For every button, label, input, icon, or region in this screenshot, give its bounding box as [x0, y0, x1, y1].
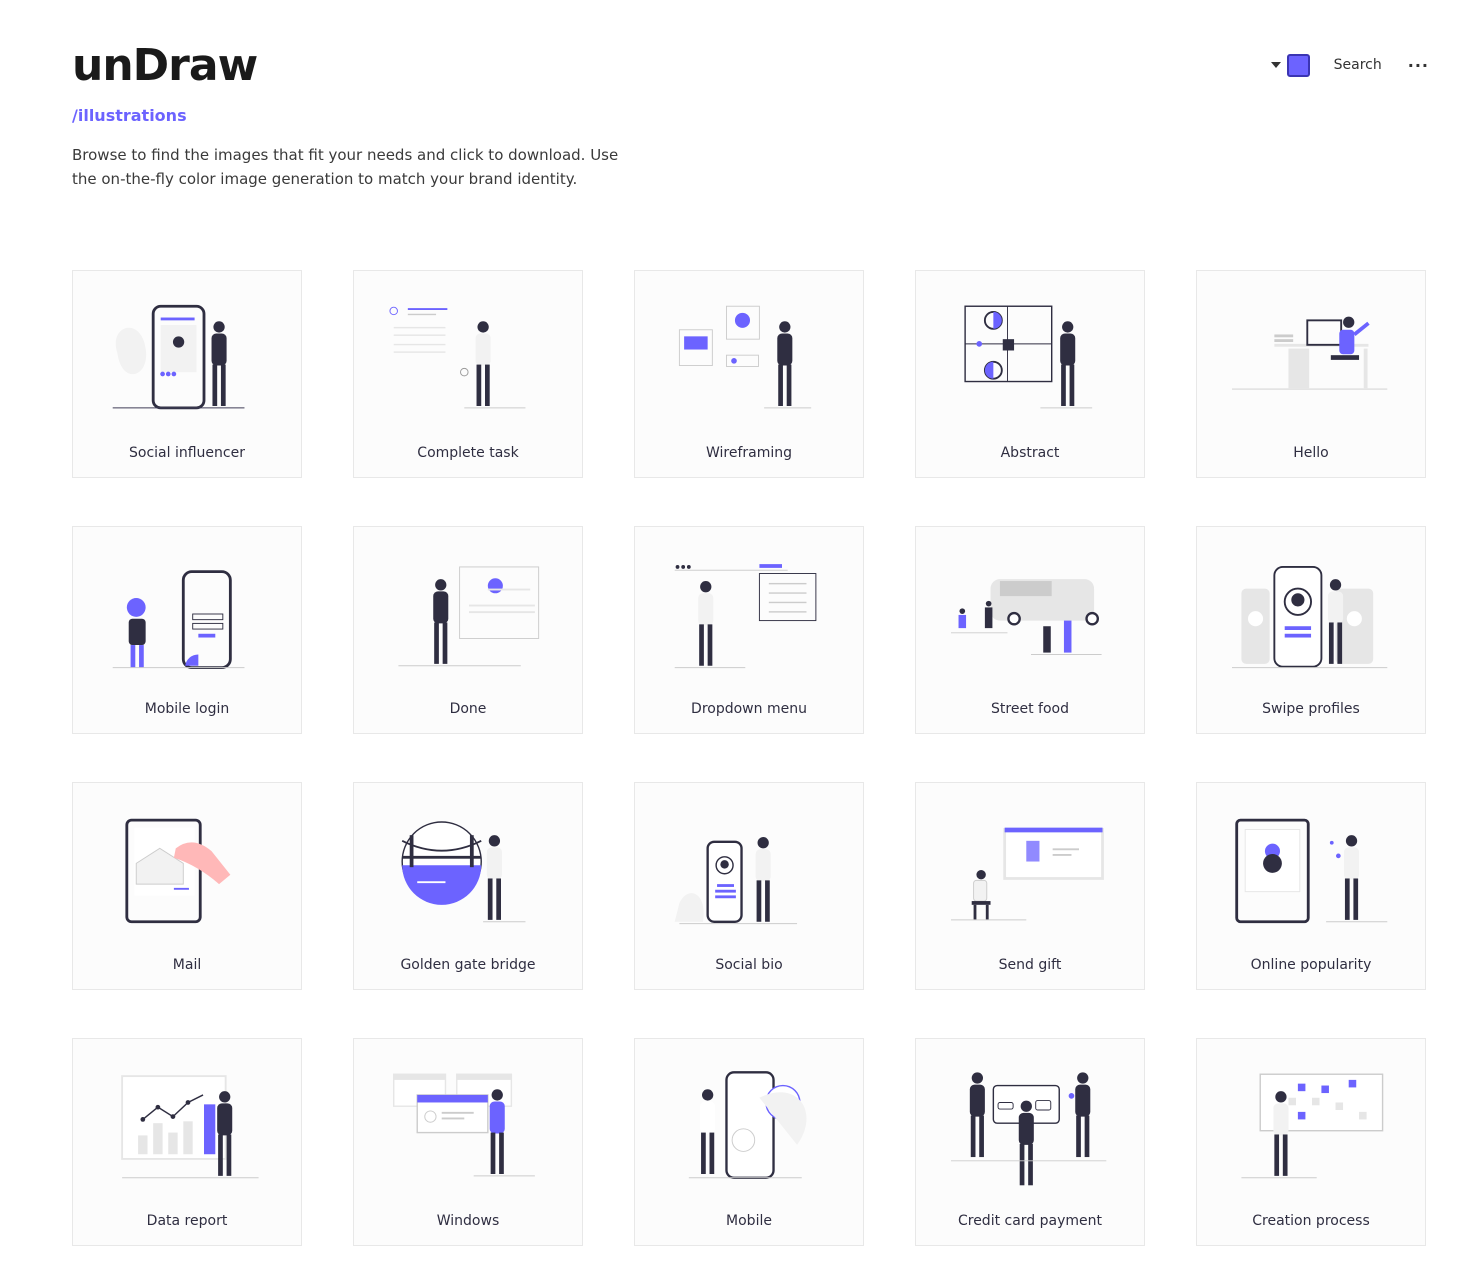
credit-card-payment-illustration — [951, 1072, 1107, 1186]
illustration-card[interactable]: Creation process — [1196, 1038, 1426, 1246]
done-illustration — [398, 566, 540, 667]
illustration-label: Street food — [991, 701, 1069, 717]
illustration-label: Swipe profiles — [1262, 701, 1360, 717]
illustration-label: Hello — [1293, 445, 1329, 461]
swipe-profiles-illustration — [1232, 566, 1388, 669]
illustration-card[interactable]: Wireframing — [634, 270, 864, 478]
complete-task-illustration — [389, 306, 526, 409]
social-bio-illustration — [674, 837, 798, 925]
street-food-illustration — [951, 579, 1102, 655]
logo[interactable]: unDraw — [72, 40, 632, 92]
illustration-card[interactable]: Street food — [915, 526, 1145, 734]
illustration-card[interactable]: Send gift — [915, 782, 1145, 990]
illustration-card[interactable]: Abstract — [915, 270, 1145, 478]
wireframing-illustration — [678, 305, 812, 409]
illustration-card[interactable]: Mail — [72, 782, 302, 990]
illustration-label: Golden gate bridge — [400, 957, 536, 973]
illustration-label: Social influencer — [129, 445, 245, 461]
illustration-card[interactable]: Social bio — [634, 782, 864, 990]
caret-down-icon[interactable] — [1270, 62, 1281, 68]
illustration-card[interactable]: Golden gate bridge — [353, 782, 583, 990]
illustration-card[interactable]: Dropdown menu — [634, 526, 864, 734]
windows-illustration — [393, 1073, 535, 1177]
illustration-card[interactable]: Windows — [353, 1038, 583, 1246]
illustration-label: Abstract — [1000, 445, 1060, 461]
golden-gate-bridge-illustration — [401, 821, 526, 923]
illustration-card[interactable]: Mobile — [634, 1038, 864, 1246]
illustration-label: Social bio — [715, 957, 783, 973]
illustration-label: Mobile login — [144, 701, 230, 717]
illustration-label: Send gift — [998, 957, 1062, 973]
dropdown-menu-illustration — [674, 564, 817, 669]
illustration-label: Creation process — [1252, 1213, 1370, 1229]
online-popularity-illustration — [1235, 818, 1388, 924]
mobile-login-illustration — [112, 570, 245, 670]
illustration-card[interactable]: Online popularity — [1196, 782, 1426, 990]
abstract-illustration — [964, 305, 1093, 409]
illustration-card[interactable]: Social influencer — [72, 270, 302, 478]
hello-illustration — [1232, 316, 1388, 390]
illustration-card[interactable]: Done — [353, 526, 583, 734]
color-picker-swatch[interactable] — [1286, 53, 1310, 77]
page-header: unDraw /illustrations Browse to find the… — [72, 40, 632, 191]
illustration-grid: Social influencer Complete task Wirefram… — [72, 270, 1426, 1246]
illustration-label: Done — [449, 701, 487, 717]
mobile-illustration — [688, 1071, 807, 1179]
illustration-label: Complete task — [417, 445, 519, 461]
illustration-label: Dropdown menu — [691, 701, 807, 717]
mail-illustration — [125, 818, 231, 924]
send-gift-illustration — [951, 827, 1104, 921]
illustration-label: Mobile — [726, 1213, 772, 1229]
illustration-card[interactable]: Complete task — [353, 270, 583, 478]
illustration-label: Mail — [172, 957, 202, 973]
illustration-label: Data report — [146, 1213, 228, 1229]
illustration-card[interactable]: Swipe profiles — [1196, 526, 1426, 734]
creation-process-illustration — [1241, 1073, 1384, 1179]
toolbar: Search ··· — [1270, 52, 1429, 78]
illustration-label: Wireframing — [705, 445, 793, 461]
page-subtitle: /illustrations — [72, 106, 187, 125]
illustration-card[interactable]: Mobile login — [72, 526, 302, 734]
illustration-label: Online popularity — [1250, 957, 1372, 973]
more-icon[interactable]: ··· — [1408, 56, 1429, 75]
data-report-illustration — [121, 1075, 259, 1179]
illustration-label: Credit card payment — [957, 1213, 1103, 1229]
illustration-card[interactable]: Credit card payment — [915, 1038, 1145, 1246]
page-description: Browse to find the images that fit your … — [72, 146, 619, 188]
illustration-card[interactable]: Data report — [72, 1038, 302, 1246]
illustration-card[interactable]: Hello — [1196, 270, 1426, 478]
search-button[interactable]: Search — [1334, 57, 1382, 73]
illustration-label: Windows — [436, 1213, 500, 1229]
social-influencer-illustration — [112, 304, 245, 410]
